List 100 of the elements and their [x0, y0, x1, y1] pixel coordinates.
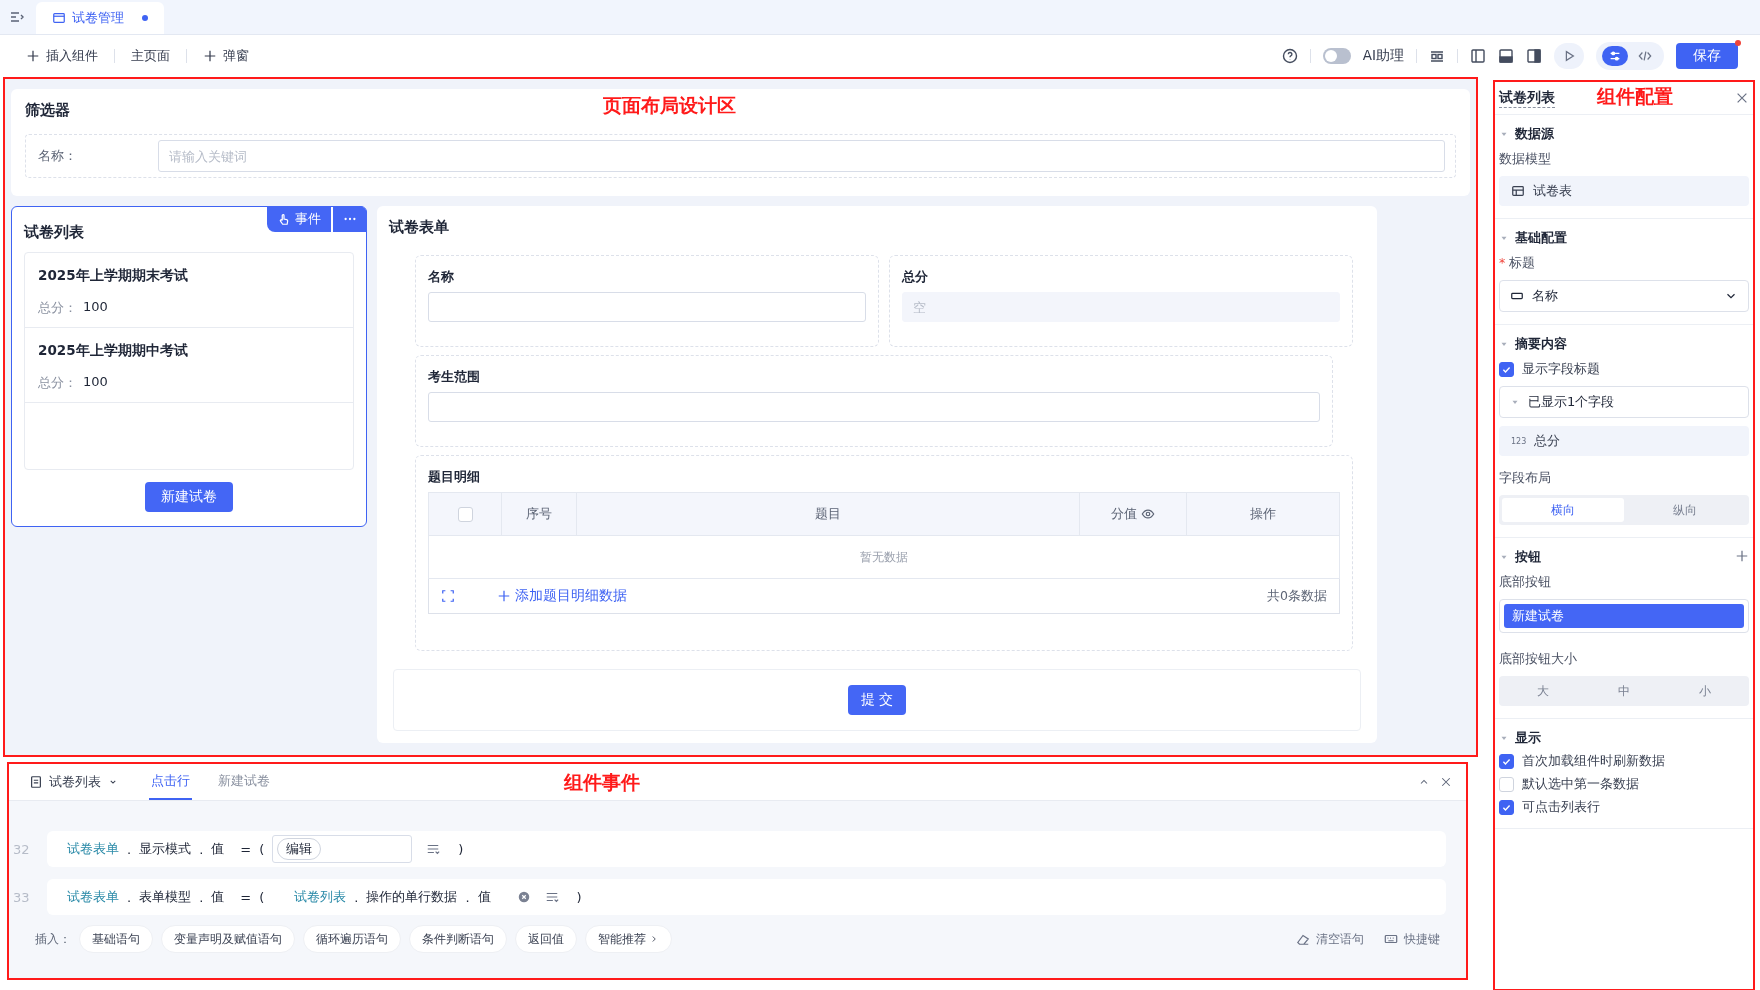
segment-option[interactable]: 横向	[1502, 498, 1624, 522]
save-button[interactable]: 保存	[1676, 43, 1738, 69]
field-group[interactable]: 已显示1个字段	[1499, 386, 1749, 418]
score-label: 总分：	[38, 374, 77, 392]
card-title: 试卷列表	[24, 222, 84, 242]
field-label: 底部按钮	[1499, 574, 1552, 591]
insert-chip[interactable]: 条件判断语句	[409, 925, 507, 953]
insert-chip[interactable]: 智能推荐	[585, 925, 672, 953]
property-name[interactable]: 表单模型	[139, 888, 192, 906]
more-button[interactable]	[333, 206, 367, 232]
component-reference[interactable]: 试卷表单	[67, 840, 119, 858]
field-label: 名称	[428, 268, 455, 286]
layout-icon	[1429, 48, 1445, 64]
property-name[interactable]: 值	[211, 888, 225, 906]
close-button[interactable]	[1735, 91, 1749, 105]
field-label: 考生范围	[428, 368, 481, 386]
text-input[interactable]	[428, 392, 1320, 422]
check-icon	[1501, 756, 1512, 767]
property-name[interactable]: 操作的单行数据	[366, 888, 458, 906]
dot-separator: .	[127, 889, 132, 905]
bracket: )	[576, 889, 582, 905]
add-button[interactable]: 插入组件	[22, 47, 102, 65]
event-button[interactable]: 事件	[267, 206, 331, 232]
page-tab[interactable]: 试卷管理	[36, 2, 164, 34]
checkbox[interactable]	[1499, 362, 1514, 377]
add-button[interactable]: 弹窗	[199, 47, 253, 65]
property-name[interactable]: 值	[211, 840, 225, 858]
section-title[interactable]: 数据源	[1515, 125, 1554, 143]
list-item-title[interactable]: 2025年上学期期中考试	[38, 342, 340, 360]
statement-row[interactable]: 试卷表单 . 表单模型 . 值 = ( 试卷列表 . 操作的单行数据 . 值 )	[47, 879, 1446, 915]
field-label: 名称：	[37, 147, 78, 165]
card-title: 试卷表单	[389, 218, 449, 237]
keyword-input[interactable]: 请输入关键词	[158, 140, 1445, 172]
column-header[interactable]: 分值	[1111, 505, 1155, 523]
section-title[interactable]: 摘要内容	[1515, 335, 1567, 353]
value-field[interactable]: 编辑	[272, 835, 413, 863]
annotation-label: 组件事件	[564, 770, 640, 795]
property-name[interactable]: 值	[477, 888, 491, 906]
table-icon	[1511, 184, 1525, 198]
section-title[interactable]: 显示	[1515, 729, 1541, 747]
insert-chip[interactable]: 循环遍历语句	[303, 925, 401, 953]
column-header[interactable]: 操作	[1250, 505, 1276, 523]
ai-assistant-label: AI助理	[1362, 47, 1404, 65]
segment-option[interactable]: 中	[1583, 679, 1665, 703]
code-icon	[1638, 49, 1652, 63]
dot-separator: .	[199, 889, 204, 905]
operator: =	[240, 889, 252, 905]
settings-view-button[interactable]	[1602, 46, 1628, 66]
segment-option[interactable]: 小	[1664, 679, 1746, 703]
panel-title[interactable]: 试卷列表	[1499, 88, 1555, 108]
plus-icon	[203, 49, 217, 63]
field-label: 题目明细	[428, 468, 481, 486]
insert-chip[interactable]: 基础语句	[79, 925, 153, 953]
section-title[interactable]: 按钮	[1515, 548, 1541, 566]
column-header[interactable]: 序号	[526, 505, 552, 523]
field-label: 字段布局	[1499, 470, 1552, 487]
insert-chip[interactable]: 变量声明及赋值语句	[161, 925, 295, 953]
field-label: 底部按钮大小	[1499, 651, 1578, 668]
property-name[interactable]: 显示模式	[139, 840, 192, 858]
shortcuts-button[interactable]: 快捷键	[1378, 929, 1446, 949]
field-item[interactable]: 123 总分	[1499, 426, 1749, 456]
bracket: (	[259, 889, 265, 905]
window-icon	[52, 11, 66, 25]
annotation-label: 组件配置	[1597, 84, 1673, 109]
data-model-field[interactable]: 试卷表	[1499, 176, 1749, 206]
statement-row[interactable]: 试卷表单 . 显示模式 . 值 = ( 编辑 )	[47, 831, 1446, 867]
annotation-label: 页面布局设计区	[603, 93, 736, 118]
line-number: 33	[13, 889, 31, 905]
insert-chip[interactable]: 返回值	[515, 925, 577, 953]
checkbox-label: 可点击列表行	[1522, 799, 1600, 816]
fullscreen-icon	[441, 589, 455, 603]
bracket: (	[259, 841, 265, 857]
sliders-icon	[1608, 49, 1622, 63]
add-row-link[interactable]: 添加题目明细数据	[491, 586, 633, 606]
component-reference[interactable]: 试卷表单	[67, 888, 119, 906]
play-button[interactable]	[1554, 43, 1584, 69]
section-title[interactable]: 基础配置	[1515, 229, 1567, 247]
component-selector[interactable]: 试卷列表	[23, 772, 125, 792]
component-reference[interactable]: 试卷列表	[294, 888, 347, 906]
checkbox[interactable]	[1499, 800, 1514, 815]
segment-option[interactable]: 纵向	[1624, 498, 1746, 522]
list-item-title[interactable]: 2025年上学期期末考试	[38, 267, 340, 285]
list-card[interactable]: 试卷列表 事件 2025年上学期期末考试 总分： 100 2025年上学期期中考试 总分： 100 新建试卷	[11, 206, 367, 527]
new-paper-button[interactable]: 新建试卷	[145, 482, 233, 512]
page-link[interactable]: 主页面	[127, 47, 174, 65]
event-tab[interactable]: 点击行	[149, 764, 192, 800]
left-panel-icon	[1470, 48, 1486, 64]
bracket: )	[458, 841, 464, 857]
title-select[interactable]: 名称	[1499, 280, 1749, 312]
segment-option[interactable]: 大	[1502, 679, 1584, 703]
operator: =	[240, 841, 252, 857]
column-header[interactable]: 题目	[815, 505, 841, 523]
text-input[interactable]	[428, 292, 866, 322]
help-icon	[1281, 48, 1298, 64]
toggle-switch[interactable]	[1322, 48, 1351, 64]
bottom-panel-icon	[1498, 48, 1514, 64]
clear-statements-button[interactable]: 清空语句	[1290, 929, 1370, 949]
checkbox[interactable]	[1499, 754, 1514, 769]
submit-button[interactable]: 提 交	[848, 685, 906, 715]
bottom-button-item[interactable]: 新建试卷	[1504, 604, 1744, 628]
